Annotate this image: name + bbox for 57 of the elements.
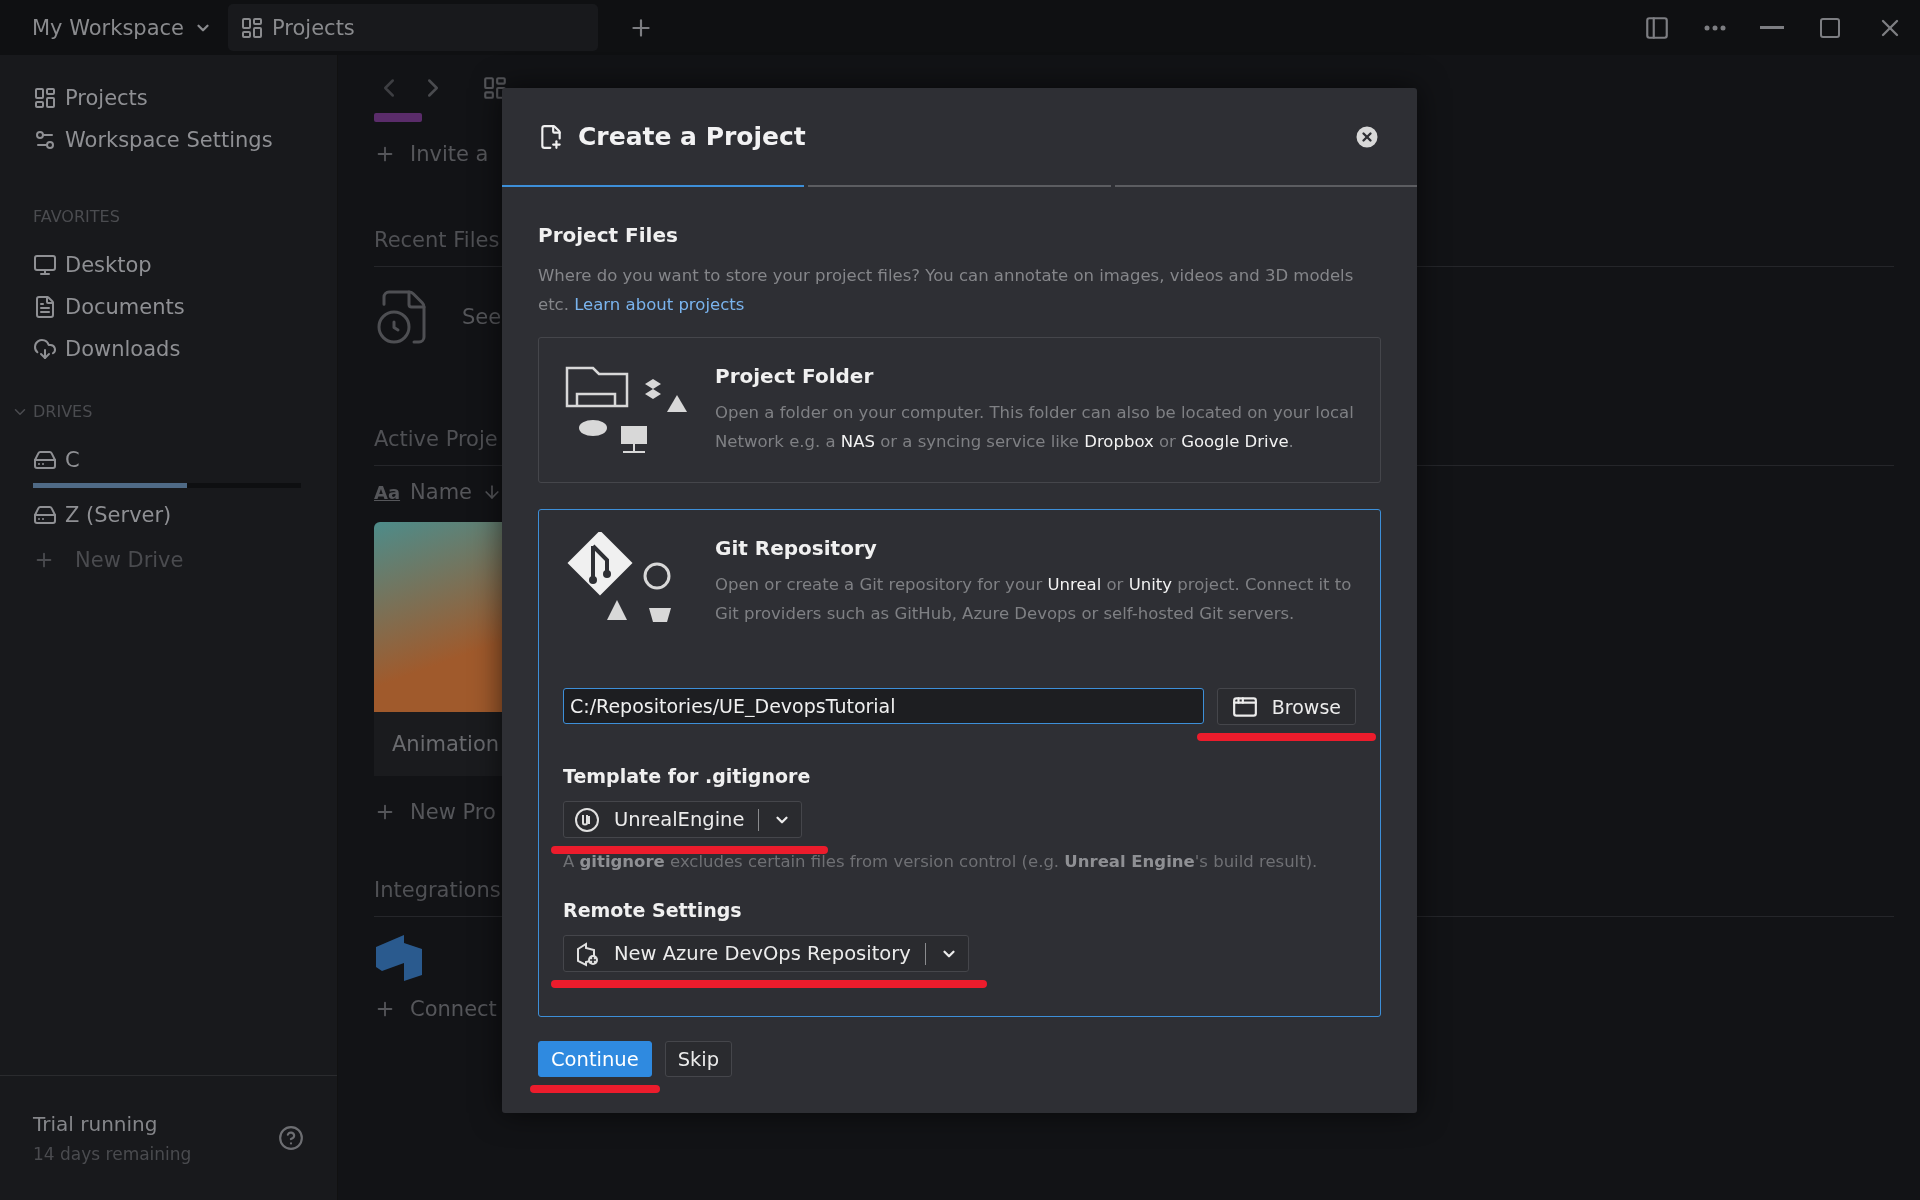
drive-icon [33,503,57,527]
sidebar-item[interactable]: Downloads [33,328,337,370]
tab-label: Projects [272,15,355,40]
cloud-download-icon [33,337,57,361]
sidebar-item[interactable]: Projects [33,77,337,119]
workspace-dropdown[interactable]: My Workspace [0,0,228,55]
item-label: Workspace Settings [65,128,273,152]
panel-icon [1644,14,1670,41]
sidebar-item[interactable]: Workspace Settings [33,119,337,161]
option-title: Git Repository [715,536,878,560]
dialog-title: Create a Project [578,122,807,151]
item-label: Projects [65,86,148,110]
remote-dropdown[interactable]: New Azure DevOps Repository [563,935,969,972]
field-label: Template for .gitignore [563,765,812,787]
file-plus-icon [538,123,564,150]
path-field[interactable]: C:/Repositories/UE_DevopsTutorial [563,688,1204,724]
option-card[interactable]: Project Folder Open a folder on your computer. This folder can also be located on your local Network e.g. a NAS or a syncing service like Dropbox or Google Drive. [538,337,1381,483]
settings-icon [33,128,57,152]
maximize-icon [1818,15,1842,40]
item-label: Documents [65,295,185,319]
item-label: Desktop [65,253,152,277]
drive-item[interactable]: C [33,439,337,481]
item-label: Z (Server) [65,503,172,527]
template-dropdown[interactable]: UnrealEngine [563,801,803,838]
drive-item[interactable]: Z (Server) [33,494,337,536]
circle-logo-icon [574,806,600,833]
invite-label: Invite a [410,142,489,166]
field-hint: A gitignore excludes certain files from version control (e.g. Unreal Engine's build result). [563,852,1319,871]
dashboard-icon [482,75,508,101]
more-icon [1704,24,1726,31]
item-label: Downloads [65,337,181,361]
browse-button[interactable]: Browse [1216,688,1356,725]
continue-button[interactable]: Continue [538,1041,652,1077]
learn-link[interactable]: Learn about projects [574,295,745,314]
item-label: C [65,448,80,472]
projects-tab[interactable]: Projects [228,4,598,51]
sidebar-item[interactable]: Documents [33,286,337,328]
devops-logo-icon [374,933,424,981]
sidebar-item[interactable]: Desktop [33,244,337,286]
monitor-icon [33,253,57,277]
project-card-title[interactable]: Animation [374,712,503,776]
dashboard-icon [240,15,264,40]
document-icon [33,295,57,319]
option-description: Open or create a Git repository for your Unreal or Unity project. Connect it to Git providers such as GitHub, Azure Devops or self-hosted Git servers. [715,574,1353,625]
skip-button[interactable]: Skip [664,1041,733,1077]
option-card[interactable] [538,509,1381,1017]
option-title: Project Folder [715,364,875,388]
minimize-icon [1760,26,1784,29]
tab-indicator [374,113,422,122]
connect-label: Connect [410,997,497,1021]
drive-icon [33,448,57,472]
help-icon[interactable] [278,1125,304,1151]
section-description: Where do you want to store your project files? You can annotate on images, videos and 3D models etc. Learn about projects [538,265,1355,316]
trial-title: Trial running [33,1112,159,1136]
dashboard-icon [33,86,57,110]
recent-hint: See [462,305,502,329]
new-project-label: New Pro [410,800,496,824]
